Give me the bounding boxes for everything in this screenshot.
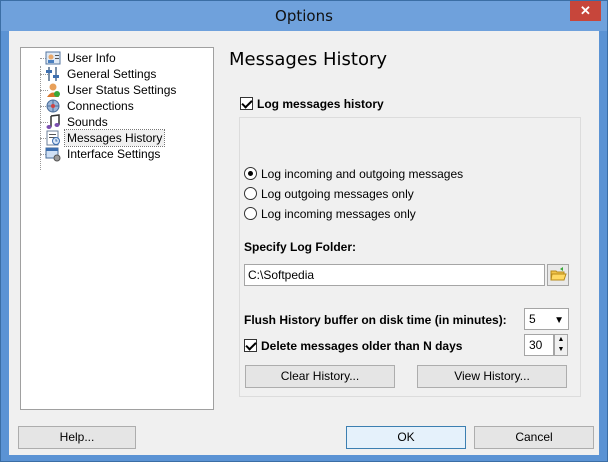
folder-open-icon <box>550 267 567 281</box>
tree-item-label: User Status Settings <box>67 83 177 97</box>
radio-incoming-only-label[interactable]: Log incoming messages only <box>261 207 416 221</box>
spin-down-icon[interactable]: ▼ <box>555 345 567 355</box>
sliders-icon <box>46 67 59 81</box>
tree-item-user-status-settings[interactable]: User Status Settings <box>21 82 211 98</box>
radio-outgoing-only[interactable] <box>244 187 257 200</box>
chevron-down-icon: ▼ <box>554 315 564 326</box>
clear-history-button[interactable]: Clear History... <box>245 365 395 388</box>
history-settings-group: Log incoming and outgoing messages Log o… <box>239 117 581 397</box>
days-spinner[interactable]: ▲ ▼ <box>554 334 568 356</box>
network-icon <box>46 99 60 113</box>
tree-item-sounds[interactable]: Sounds <box>21 114 211 130</box>
music-note-icon <box>46 114 60 129</box>
flush-interval-value: 5 <box>529 312 536 326</box>
tree-item-label: General Settings <box>67 67 157 81</box>
ok-button[interactable]: OK <box>346 426 466 449</box>
tree-item-user-info[interactable]: User Info <box>21 50 211 66</box>
radio-in-out-label[interactable]: Log incoming and outgoing messages <box>261 167 463 181</box>
tree-item-label: Interface Settings <box>67 147 161 161</box>
log-folder-input[interactable]: C:\Softpedia <box>244 264 545 286</box>
tree-item-general-settings[interactable]: General Settings <box>21 66 211 82</box>
log-history-label[interactable]: Log messages history <box>257 97 384 111</box>
messages-history-panel: Log messages history Log incoming and ou… <box>229 85 587 405</box>
tree-item-interface-settings[interactable]: Interface Settings <box>21 146 211 162</box>
cancel-button[interactable]: Cancel <box>474 426 594 449</box>
category-tree[interactable]: User Info General Settings User Status S… <box>20 47 214 410</box>
help-button[interactable]: Help... <box>18 426 136 449</box>
log-history-checkbox[interactable] <box>240 97 253 110</box>
flush-interval-select[interactable]: 5 ▼ <box>524 308 569 330</box>
page-title: Messages History <box>229 49 388 70</box>
radio-incoming-only[interactable] <box>244 207 257 220</box>
radio-in-out[interactable] <box>244 167 257 180</box>
interface-icon <box>45 147 61 162</box>
dialog-client: User Info General Settings User Status S… <box>9 31 599 455</box>
delete-old-checkbox[interactable] <box>244 339 257 352</box>
tree-item-label: User Info <box>67 51 116 65</box>
browse-folder-button[interactable] <box>547 264 569 286</box>
user-card-icon <box>45 51 61 65</box>
days-input[interactable]: 30 <box>524 334 554 356</box>
tree-item-connections[interactable]: Connections <box>21 98 211 114</box>
user-status-icon <box>47 83 60 97</box>
window-title: Options <box>275 7 333 25</box>
tree-item-label: Connections <box>67 99 134 113</box>
flush-label: Flush History buffer on disk time (in mi… <box>244 313 507 327</box>
delete-old-label[interactable]: Delete messages older than N days <box>261 339 462 353</box>
tree-item-label: Messages History <box>63 129 166 147</box>
history-icon <box>46 130 60 146</box>
close-button[interactable]: ✕ <box>570 1 601 21</box>
tree-item-messages-history[interactable]: Messages History <box>21 129 211 147</box>
radio-outgoing-only-label[interactable]: Log outgoing messages only <box>261 187 414 201</box>
view-history-button[interactable]: View History... <box>417 365 567 388</box>
tree-item-label: Sounds <box>67 115 108 129</box>
spin-up-icon[interactable]: ▲ <box>555 335 567 345</box>
options-window: Options ✕ User Info General Settings Use… <box>0 0 608 462</box>
log-folder-label: Specify Log Folder: <box>244 240 357 254</box>
title-bar: Options ✕ <box>1 1 607 31</box>
